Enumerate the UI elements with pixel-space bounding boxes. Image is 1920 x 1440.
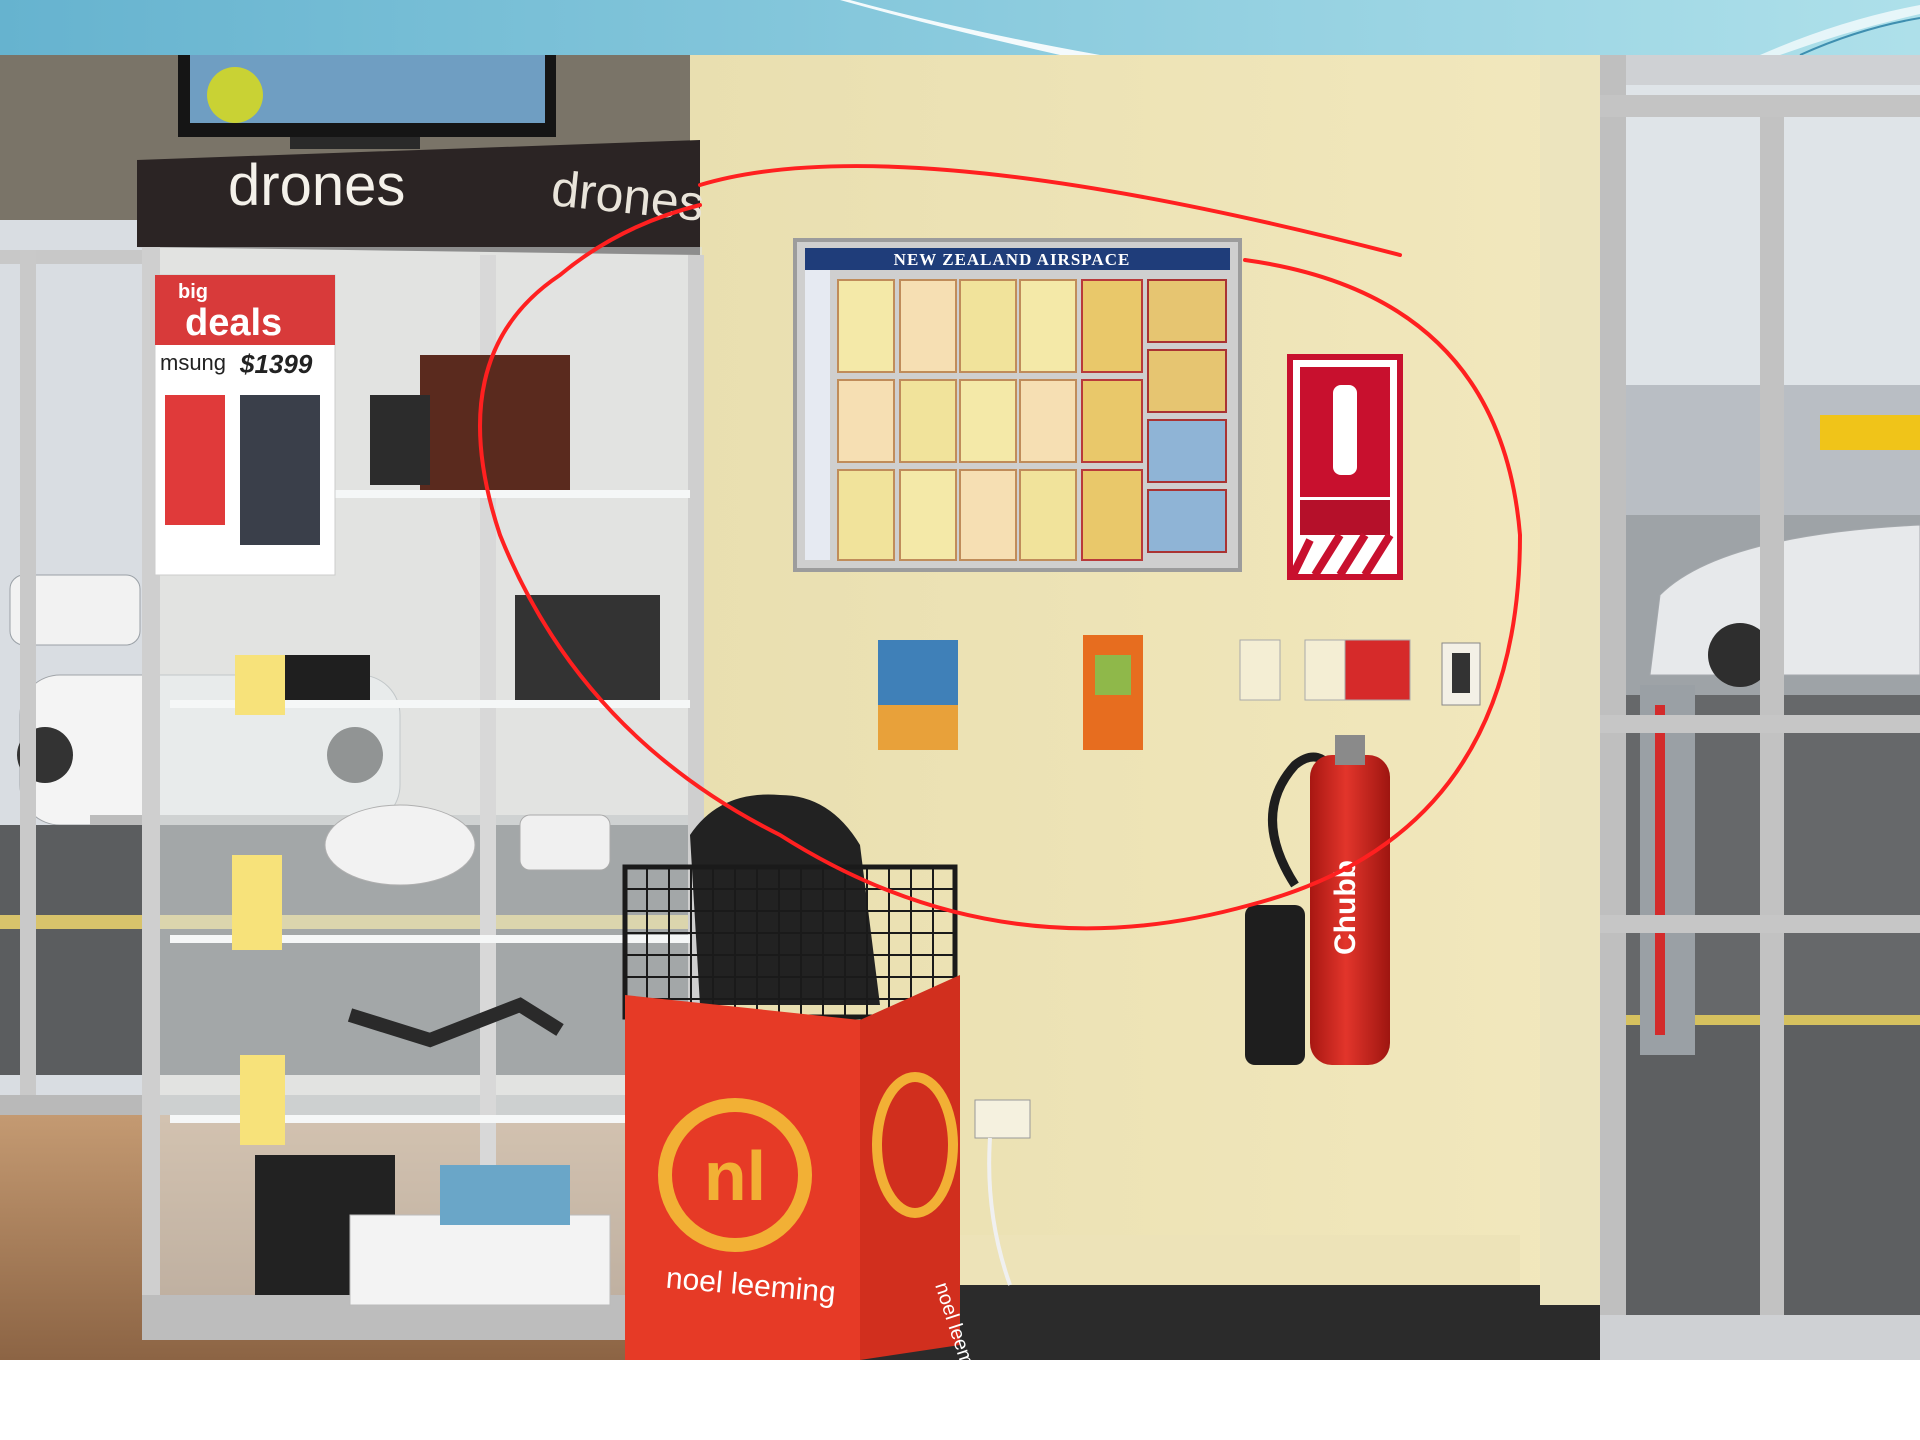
store-photo: drones drones big deals msung $1399 NEW …	[0, 55, 1920, 1360]
promo-top-line: big	[178, 281, 208, 303]
price-tag-1	[235, 655, 285, 715]
poster-cell	[899, 469, 957, 561]
slide-banner	[0, 0, 1920, 55]
poster-cell	[837, 379, 895, 463]
brochure-orange-graphic	[1095, 655, 1131, 695]
poster-map-panel	[1147, 419, 1227, 483]
drone-controller	[280, 655, 370, 700]
door-rail-2	[1600, 915, 1920, 933]
door-rail-1	[1600, 715, 1920, 733]
white-drone	[324, 804, 476, 886]
poster-cell	[1081, 279, 1143, 373]
tv-graphic	[207, 67, 263, 123]
bollard-stripe	[1655, 705, 1665, 1035]
poster-cell	[899, 379, 957, 463]
price-tag-2	[232, 855, 282, 950]
fire-extinguisher-sign	[1287, 354, 1403, 580]
extinguisher-valve	[1335, 735, 1365, 765]
drone-cabinet: drones drones big deals msung $1399	[137, 140, 707, 1340]
poster-cell	[1019, 279, 1077, 373]
poster-map-panel	[1147, 349, 1227, 413]
fire-sign-extinguisher-icon	[1333, 385, 1357, 475]
price-tag-3	[240, 1055, 285, 1145]
brochure-blue-lower	[878, 705, 958, 750]
poster-cell	[837, 279, 895, 373]
poster-cell	[899, 279, 957, 373]
promo-red-block	[165, 395, 225, 525]
cabinet-header-left: drones	[228, 153, 405, 218]
store-photo-scene: drones drones big deals msung $1399 NEW …	[0, 55, 1920, 1360]
door-frame-top	[1600, 95, 1920, 117]
poster-cell	[959, 379, 1017, 463]
light-switch-2	[1304, 639, 1346, 701]
poster-cell	[837, 469, 895, 561]
power-outlet	[974, 1099, 1031, 1139]
poster-side-column	[805, 270, 830, 560]
distant-yellow-sign	[1820, 415, 1920, 450]
door-frame-left	[1600, 55, 1626, 1315]
extinguisher-hose-horn	[1245, 905, 1305, 1065]
fire-sign-text-block	[1300, 500, 1390, 535]
promo-brand: msung	[160, 350, 226, 375]
poster-cell	[959, 469, 1017, 561]
slide: drones drones big deals msung $1399 NEW …	[0, 0, 1920, 1440]
bollard	[1640, 685, 1695, 1055]
promo-price: $1399	[239, 349, 313, 379]
light-switch-1	[1239, 639, 1281, 701]
tv-mount	[290, 137, 420, 149]
slide-bottom-margin	[0, 1360, 1920, 1440]
promo-headline: deals	[185, 302, 282, 344]
poster-cell	[1019, 469, 1077, 561]
white-remote	[519, 814, 611, 871]
wall-control-face	[1452, 653, 1470, 693]
poster-cell	[959, 279, 1017, 373]
drone-box-shelf1	[420, 355, 570, 490]
product-box-small	[370, 395, 430, 485]
right-pillar	[1540, 55, 1605, 1305]
promo-phone	[240, 395, 320, 545]
promo-poster: big deals msung $1399	[154, 274, 336, 576]
fire-call-point	[1344, 639, 1411, 701]
poster-title: NEW ZEALAND AIRSPACE	[894, 250, 1131, 269]
window-mullion-1	[20, 250, 36, 1110]
bin-logo-letters: nl	[704, 1137, 766, 1215]
noel-leeming-bin: nl noel leeming noel leeming	[625, 975, 986, 1360]
product-box-blue	[440, 1165, 570, 1225]
poster-cell	[1019, 379, 1077, 463]
skirting	[960, 1235, 1520, 1285]
poster-map-panel	[1147, 489, 1227, 553]
product-boxes-white	[349, 1214, 611, 1306]
poster-cell	[1081, 469, 1143, 561]
airspace-poster: NEW ZEALAND AIRSPACE	[793, 238, 1242, 572]
poster-cell	[1081, 379, 1143, 463]
poster-map-panel	[1147, 279, 1227, 343]
